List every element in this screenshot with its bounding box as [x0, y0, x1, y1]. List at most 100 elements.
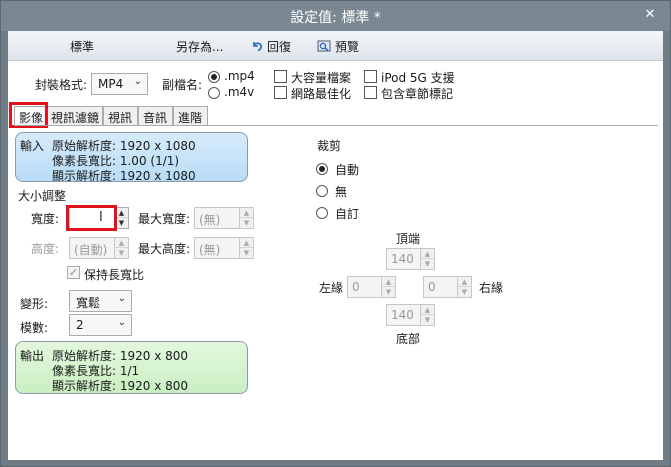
crop-auto-label: 自動	[335, 163, 360, 177]
width-decrement[interactable]: ▼	[115, 218, 128, 228]
tab-audio[interactable]: 音訊	[138, 106, 173, 126]
input-display-resolution: 顯示解析度: 1920 x 1080	[52, 169, 196, 183]
container-value: MP4	[98, 77, 124, 91]
crop-custom-label: 自訂	[335, 207, 360, 221]
crop-top-value: 140	[391, 252, 414, 266]
preview-icon	[317, 40, 331, 55]
crop-left-label: 左緣	[319, 281, 344, 295]
revert-button[interactable]: 回復	[251, 38, 291, 55]
anamorphic-value: 寬鬆	[76, 296, 101, 310]
crop-bottom-value: 140	[391, 308, 414, 322]
max-width-stepper[interactable]: (無) ▲ ▼	[194, 207, 254, 229]
ext-mp4-radio[interactable]	[208, 71, 220, 83]
crop-left-stepper-buttons: ▲ ▼	[381, 277, 395, 297]
output-info-box: 輸出 原始解析度: 1920 x 800 像素長寬比: 1/1 顯示解析度: 1…	[15, 341, 248, 394]
crop-left-value: 0	[352, 280, 360, 294]
crop-none-label: 無	[335, 185, 348, 199]
keep-aspect-label: 保持長寬比	[84, 268, 145, 282]
crop-right-label: 右緣	[479, 281, 504, 295]
height-stepper[interactable]: (自動) ▲ ▼	[69, 237, 129, 259]
crop-right-decrement[interactable]: ▼	[458, 287, 471, 297]
crop-none-radio[interactable]	[316, 185, 328, 197]
large-file-label: 大容量檔案	[291, 71, 352, 85]
ext-m4v-label: .m4v	[224, 85, 255, 99]
crop-custom-radio[interactable]	[316, 207, 328, 219]
max-height-label: 最大高度:	[138, 242, 191, 256]
input-info-box: 輸入 原始解析度: 1920 x 1080 像素長寬比: 1.00 (1/1) …	[15, 132, 248, 183]
tab-video[interactable]: 視訊	[103, 106, 138, 126]
large-file-checkbox[interactable]	[274, 70, 287, 83]
max-height-stepper[interactable]: (無) ▲ ▼	[194, 237, 254, 259]
preview-button[interactable]: 預覽	[317, 38, 359, 55]
crop-right-increment[interactable]: ▲	[458, 277, 471, 287]
title-bar[interactable]: 設定值: 標準 * ✕	[1, 1, 670, 31]
crop-bottom-decrement[interactable]: ▼	[421, 315, 434, 325]
container-select[interactable]: MP4 ⌄	[91, 73, 148, 95]
max-width-label: 最大寬度:	[138, 212, 191, 226]
close-icon: ✕	[644, 7, 656, 22]
crop-left-stepper[interactable]: 0 ▲ ▼	[347, 276, 396, 298]
crop-right-stepper-buttons: ▲ ▼	[457, 277, 471, 297]
window-title: 設定值: 標準 *	[290, 10, 381, 26]
crop-left-decrement[interactable]: ▼	[382, 287, 395, 297]
crop-bottom-stepper[interactable]: 140 ▲ ▼	[386, 304, 435, 326]
container-label: 封裝格式:	[35, 78, 88, 92]
modulus-label: 模數:	[20, 321, 49, 335]
input-heading: 輸入	[20, 139, 45, 153]
max-height-increment[interactable]: ▲	[240, 238, 253, 248]
crop-top-increment[interactable]: ▲	[421, 249, 434, 259]
max-height-stepper-buttons: ▲ ▼	[239, 238, 253, 258]
crop-auto-radio[interactable]	[316, 163, 328, 175]
close-button[interactable]: ✕	[642, 7, 658, 23]
modulus-select[interactable]: 2 ⌄	[69, 314, 132, 336]
keep-aspect-checkbox[interactable]: ✓	[67, 266, 80, 279]
chevron-down-icon: ⌄	[133, 76, 142, 87]
height-stepper-buttons: ▲ ▼	[114, 238, 128, 258]
crop-left-increment[interactable]: ▲	[382, 277, 395, 287]
height-increment[interactable]: ▲	[115, 238, 128, 248]
width-stepper[interactable]: I ▲ ▼	[69, 207, 129, 229]
crop-top-stepper[interactable]: 140 ▲ ▼	[386, 248, 435, 270]
max-width-stepper-buttons: ▲ ▼	[239, 208, 253, 228]
height-decrement[interactable]: ▼	[115, 248, 128, 258]
save-as-button[interactable]: 另存為...	[176, 38, 223, 55]
web-optimized-label: 網路最佳化	[291, 87, 352, 101]
preset-name: 標準	[70, 40, 95, 54]
ext-m4v-radio[interactable]	[208, 87, 220, 99]
crop-heading: 裁剪	[317, 139, 342, 153]
chapter-markers-label: 包含章節標記	[381, 87, 454, 101]
ipod-5g-checkbox[interactable]	[364, 70, 377, 83]
max-width-increment[interactable]: ▲	[240, 208, 253, 218]
web-optimized-checkbox[interactable]	[274, 86, 287, 99]
height-label: 高度:	[31, 242, 60, 256]
window-content: 標準 另存為... 回復 預覽 封裝格式: MP4 ⌄ 副檔名: .mp4 .m…	[8, 31, 663, 460]
width-label: 寬度:	[31, 212, 60, 226]
tab-advanced[interactable]: 進階	[173, 106, 208, 126]
crop-right-stepper[interactable]: 0 ▲ ▼	[423, 276, 472, 298]
ext-mp4-label: .mp4	[224, 69, 255, 83]
max-height-value: (無)	[199, 243, 221, 257]
crop-top-stepper-buttons: ▲ ▼	[420, 249, 434, 269]
chevron-down-icon: ⌄	[117, 293, 126, 304]
revert-label: 回復	[267, 40, 292, 54]
picture-tab-panel: 輸入 原始解析度: 1920 x 1080 像素長寬比: 1.00 (1/1) …	[14, 125, 658, 458]
width-increment[interactable]: ▲	[115, 208, 128, 218]
max-height-decrement[interactable]: ▼	[240, 248, 253, 258]
output-display-resolution: 顯示解析度: 1920 x 800	[52, 379, 189, 393]
crop-top-decrement[interactable]: ▼	[421, 259, 434, 269]
crop-bottom-increment[interactable]: ▲	[421, 305, 434, 315]
anamorphic-label: 變形:	[20, 297, 49, 311]
tab-picture[interactable]: 影像	[14, 106, 46, 127]
crop-right-value: 0	[428, 280, 436, 294]
chevron-down-icon: ⌄	[117, 317, 126, 328]
chapter-markers-checkbox[interactable]	[364, 86, 377, 99]
output-heading: 輸出	[20, 349, 45, 363]
crop-top-label: 頂端	[396, 232, 421, 246]
max-width-decrement[interactable]: ▼	[240, 218, 253, 228]
tab-video-filters[interactable]: 視訊濾鏡	[46, 106, 103, 126]
preview-label: 預覽	[335, 40, 360, 54]
size-heading: 大小調整	[18, 189, 67, 203]
extension-label: 副檔名:	[162, 78, 203, 92]
crop-bottom-stepper-buttons: ▲ ▼	[420, 305, 434, 325]
anamorphic-select[interactable]: 寬鬆 ⌄	[69, 290, 132, 312]
